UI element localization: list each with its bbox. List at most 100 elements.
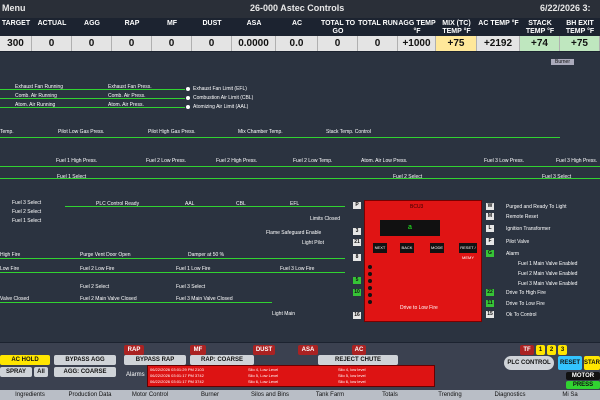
terminal-p: P bbox=[353, 202, 361, 209]
alarm-time: 06/22/2026 03:01:17 PM 3742 bbox=[150, 373, 204, 378]
ignition-transformer: Ignition Transformer bbox=[506, 226, 551, 232]
remote-reset: Remote Reset bbox=[506, 214, 538, 220]
status-header: AC bbox=[291, 20, 303, 27]
tab-mi-sa[interactable]: Mi Sa bbox=[540, 391, 600, 400]
dust-tag[interactable]: DUST bbox=[253, 345, 275, 355]
all-button[interactable]: All bbox=[34, 367, 48, 377]
agg-coarse-button[interactable]: AGG: COARSE bbox=[54, 367, 116, 377]
fuel2-select-left: Fuel 2 Select bbox=[12, 209, 42, 215]
fuel1-main-valve-enabled: Fuel 1 Main Valve Enabled bbox=[518, 261, 578, 267]
terminal-21: 21 bbox=[353, 239, 361, 246]
status-value: 0 bbox=[192, 36, 232, 51]
tab-silos-and-bins[interactable]: Silos and Bins bbox=[240, 391, 300, 400]
tab-trending[interactable]: Trending bbox=[420, 391, 480, 400]
tab-production-data[interactable]: Production Data bbox=[60, 391, 120, 400]
mf-tag[interactable]: MF bbox=[190, 345, 206, 355]
rung-line bbox=[0, 302, 272, 303]
alarm-list[interactable]: 06/22/2026 03:01:29 PM 2103 Silo 4, Low … bbox=[147, 365, 435, 387]
next-button[interactable]: NEXT bbox=[373, 243, 387, 253]
motor-button[interactable]: MOTOR bbox=[566, 372, 600, 380]
exhaust-fan-limit: Exhaust Fan Limit (EFL) bbox=[193, 86, 247, 92]
burner-tag: Burner bbox=[551, 59, 575, 65]
terminal-m: M bbox=[486, 213, 494, 220]
mode-button[interactable]: MODE bbox=[430, 243, 444, 253]
drive-to-low-fire: Drive To Low Fire bbox=[506, 301, 545, 307]
cbl-dot bbox=[186, 96, 190, 100]
rung-line bbox=[0, 258, 345, 259]
reset-memory-button[interactable]: RESET / MEMY bbox=[459, 243, 477, 260]
status-header: ACTUAL bbox=[37, 20, 67, 27]
bmc-display: a bbox=[380, 220, 440, 236]
alarm-desc: Silo 5, low level bbox=[338, 373, 366, 378]
reset-button[interactable]: RESET bbox=[558, 356, 582, 370]
mix-chamber-temp: Mix Chamber Temp. bbox=[238, 129, 283, 135]
tab-motor-control[interactable]: Motor Control bbox=[120, 391, 180, 400]
status-header: RAP bbox=[124, 20, 140, 27]
efl-dot bbox=[186, 87, 190, 91]
led bbox=[368, 272, 372, 276]
bypass-rap-button[interactable]: BYPASS RAP bbox=[124, 355, 186, 365]
combustion-air-limit: Combustion Air Limit (CBL) bbox=[193, 95, 254, 101]
plc-control-button[interactable]: PLC CONTROL bbox=[504, 356, 554, 370]
status-value: +74 bbox=[520, 36, 560, 51]
fuel1-select: Fuel 1 Select bbox=[57, 174, 87, 180]
fuel3-main-valve-enabled: Fuel 3 Main Valve Enabled bbox=[518, 281, 578, 287]
menu-button[interactable]: Menu bbox=[2, 3, 26, 13]
spray-button[interactable]: SPRAY bbox=[0, 367, 32, 377]
terminal-16: 16 bbox=[353, 312, 361, 319]
terminal-l: L bbox=[486, 225, 494, 232]
status-value: 0 bbox=[32, 36, 72, 51]
rap-coarse-button[interactable]: RAP: COARSE bbox=[190, 355, 254, 365]
asa-tag[interactable]: ASA bbox=[298, 345, 318, 355]
ok-to-control: Ok To Control bbox=[506, 312, 537, 318]
stack-temp-control: Stack Temp. Control bbox=[326, 129, 371, 135]
led bbox=[368, 265, 372, 269]
fuel3-high-press: Fuel 3 High Press. bbox=[556, 158, 598, 164]
tab-tank-farm[interactable]: Tank Farm bbox=[300, 391, 360, 400]
atom-air-low-press: Atom. Air Low Press. bbox=[361, 158, 408, 164]
rung-line bbox=[0, 166, 600, 167]
tf-1[interactable]: 1 bbox=[536, 345, 545, 355]
tf-3[interactable]: 3 bbox=[558, 345, 567, 355]
rung-line bbox=[0, 98, 185, 99]
status-header: AGG TEMP °F bbox=[398, 20, 436, 35]
status-header: TOTAL RUN bbox=[358, 20, 398, 27]
status-header: TOTAL TO GO bbox=[320, 20, 356, 35]
tab-ingredients[interactable]: Ingredients bbox=[0, 391, 60, 400]
terminal-f: F bbox=[486, 238, 494, 245]
atomizing-air-limit: Atomizing Air Limit (AAL) bbox=[193, 104, 249, 110]
status-header: STACK TEMP °F bbox=[525, 20, 555, 35]
status-header: DUST bbox=[202, 20, 222, 27]
ac-hold-button[interactable]: AC HOLD bbox=[0, 355, 50, 365]
terminal-3: 3 bbox=[353, 228, 361, 235]
status-value: 300 bbox=[0, 36, 32, 51]
tf-tag[interactable]: TF bbox=[520, 345, 534, 355]
tab-diagnostics[interactable]: Diagnostics bbox=[480, 391, 540, 400]
terminal-10: 10 bbox=[353, 289, 361, 296]
tab-burner[interactable]: Burner bbox=[180, 391, 240, 400]
reject-chute-button[interactable]: REJECT CHUTE bbox=[318, 355, 398, 365]
fuel3-low-press: Fuel 3 Low Press. bbox=[484, 158, 525, 164]
terminal-15: 15 bbox=[486, 311, 494, 318]
status-value: +75 bbox=[436, 36, 477, 51]
tf-2[interactable]: 2 bbox=[547, 345, 556, 355]
drive-to-high-fire: Drive To High Fire bbox=[506, 290, 546, 296]
fuel2-select-valve: Fuel 2 Select bbox=[80, 284, 110, 290]
terminal-g: G bbox=[486, 250, 494, 257]
alarm-desc: Silo 4, low level bbox=[338, 367, 366, 372]
bmc-message: Drive to Low Fire bbox=[400, 305, 438, 311]
led bbox=[368, 286, 372, 290]
status-header: TARGET bbox=[1, 20, 31, 27]
aal-dot bbox=[186, 105, 190, 109]
back-button[interactable]: BACK bbox=[400, 243, 414, 253]
start-button[interactable]: STAR bbox=[584, 356, 600, 370]
ac-tag[interactable]: AC bbox=[352, 345, 366, 355]
rap-tag[interactable]: RAP bbox=[124, 345, 144, 355]
press-button[interactable]: PRESS bbox=[566, 381, 600, 389]
bypass-agg-button[interactable]: BYPASS AGG bbox=[54, 355, 116, 365]
tab-totals[interactable]: Totals bbox=[360, 391, 420, 400]
status-value: +1000 bbox=[398, 36, 436, 51]
rung-line bbox=[0, 272, 345, 273]
rung-line bbox=[0, 178, 600, 179]
status-header: MIX (TC) TEMP °F bbox=[442, 20, 471, 35]
